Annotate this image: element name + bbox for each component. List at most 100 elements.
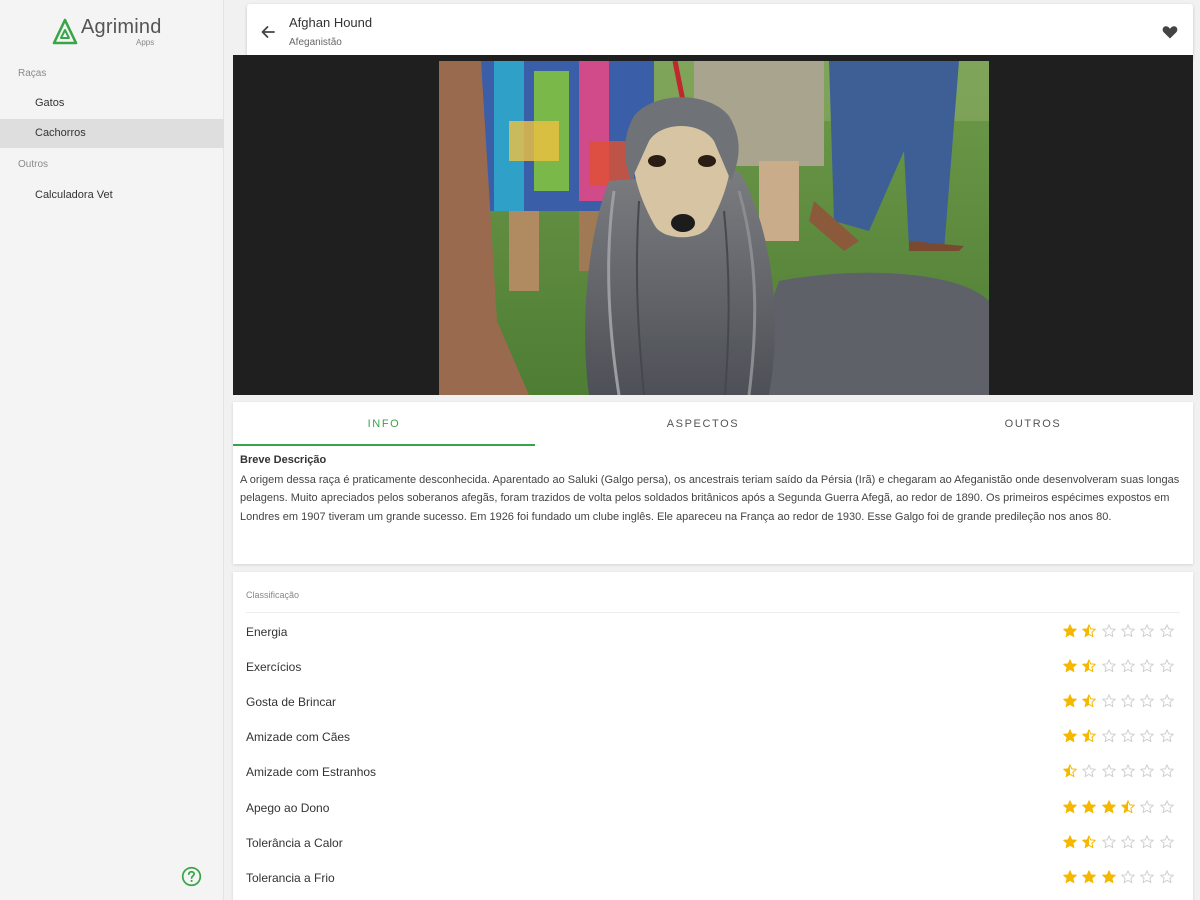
section-label-racas: Raças [18,68,47,79]
heart-icon[interactable] [1161,23,1179,41]
description-title: Breve Descrição [240,454,327,466]
star-half-icon [1082,624,1097,638]
star-filled-icon [1063,869,1077,883]
tab-info[interactable]: INFO [233,402,535,446]
star-empty-icon [1101,624,1116,638]
star-half-icon [1082,659,1097,673]
star-empty-icon [1140,694,1154,708]
star-rating [1063,729,1174,745]
star-rating [1063,834,1174,851]
star-empty-icon [1159,729,1174,743]
rating-row: Tolerancia a Frio [233,868,1193,900]
rating-row: Amizade com Cães [233,727,1193,762]
star-empty-icon [1159,624,1174,638]
star-empty-icon [1159,869,1174,883]
breed-photo-frame [233,55,1193,395]
help-circle-icon[interactable] [181,866,202,887]
sidebar-item-calculadora-vet[interactable]: Calculadora Vet [0,181,224,210]
star-filled-icon [1082,799,1097,813]
divider [246,612,1180,613]
detail-header: Afghan Hound Afeganistão [247,4,1193,59]
star-empty-icon [1121,624,1135,638]
star-half-icon [1082,729,1097,743]
star-filled-icon [1063,729,1077,743]
star-filled-icon [1101,869,1116,883]
star-empty-icon [1101,694,1116,708]
star-empty-icon [1159,764,1174,778]
rating-label: Amizade com Estranhos [246,765,377,780]
tab-outros[interactable]: OUTROS [873,402,1193,446]
star-filled-icon [1063,799,1077,813]
sidebar: Agrimind Apps Raças Gatos Cachorros Outr… [0,0,224,900]
star-empty-icon [1121,869,1135,883]
star-filled-icon [1082,869,1097,883]
rating-label: Apego ao Dono [246,800,330,815]
star-half-icon [1082,694,1097,708]
tab-aspectos[interactable]: ASPECTOS [553,402,853,446]
star-empty-icon [1101,764,1116,778]
star-half-icon [1063,764,1077,778]
rating-label: Energia [246,625,288,639]
star-empty-icon [1159,694,1174,708]
star-filled-icon [1063,694,1077,708]
star-rating [1063,694,1174,710]
page-title: Afghan Hound [289,15,373,30]
star-half-icon [1082,834,1097,848]
rating-label: Tolerancia a Frio [246,870,335,885]
star-empty-icon [1121,729,1135,743]
classification-card: Classificação Energia Exercícios Gosta de … [233,572,1193,900]
star-empty-icon [1159,659,1174,673]
star-empty-icon [1140,869,1154,883]
star-filled-icon [1063,659,1077,673]
rating-label: Amizade com Cães [246,730,351,745]
brand-subtitle: Apps [136,38,155,47]
star-filled-icon [1063,624,1077,638]
star-rating [1063,869,1174,886]
star-empty-icon [1140,624,1154,638]
arrow-back-icon[interactable] [259,23,277,41]
sidebar-item-gatos[interactable]: Gatos [0,89,224,118]
star-rating [1063,799,1174,816]
star-empty-icon [1140,764,1154,778]
rating-row: Energia [233,622,1193,657]
rating-row: Apego ao Dono [233,798,1193,833]
star-empty-icon [1101,659,1116,673]
star-empty-icon [1159,834,1174,848]
star-rating [1063,624,1174,640]
brand-logo: Agrimind Apps [52,16,172,50]
info-card: INFO ASPECTOS OUTROS Breve Descrição A o… [233,402,1193,564]
star-empty-icon [1121,834,1135,848]
star-empty-icon [1140,799,1154,813]
rating-label: Gosta de Brincar [246,695,337,710]
star-empty-icon [1140,659,1154,673]
sidebar-item-cachorros[interactable]: Cachorros [0,119,224,148]
agrimind-logo-icon [52,18,78,45]
star-rating [1063,764,1174,780]
star-empty-icon [1140,834,1154,848]
star-empty-icon [1101,729,1116,743]
rating-row: Tolerância a Calor [233,833,1193,868]
brand-name: Agrimind [81,16,162,38]
rating-row: Gosta de Brincar [233,692,1193,727]
section-label-outros: Outros [18,159,49,170]
star-empty-icon [1159,799,1174,813]
description-text: A origem dessa raça é praticamente desco… [240,474,1180,523]
star-empty-icon [1121,694,1135,708]
rating-label: Tolerância a Calor [246,835,343,850]
star-rating [1063,659,1174,675]
page-subtitle: Afeganistão [289,37,342,48]
classification-title: Classificação [246,590,300,600]
star-half-icon [1121,799,1135,813]
star-empty-icon [1101,834,1116,848]
star-empty-icon [1121,659,1135,673]
star-empty-icon [1121,764,1135,778]
rating-row: Exercícios [233,657,1193,692]
star-empty-icon [1140,729,1154,743]
tab-bar: INFO ASPECTOS OUTROS [233,402,1193,446]
star-filled-icon [1063,834,1077,848]
star-empty-icon [1082,764,1097,778]
star-filled-icon [1101,799,1116,813]
rating-row: Amizade com Estranhos [233,762,1193,797]
rating-label: Exercícios [246,660,302,675]
breed-photo [439,61,989,395]
